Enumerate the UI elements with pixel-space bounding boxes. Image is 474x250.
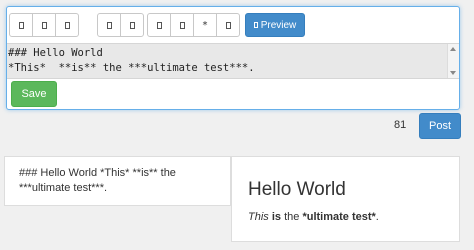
raw-output-text: ### Hello World *This* **is** the ***ult… (19, 167, 176, 194)
toolbar-group-formatting (9, 13, 79, 37)
preview-icon (253, 22, 258, 28)
rendered-preview-panel: Hello World This is the *ultimate test*. (231, 156, 460, 242)
scroll-down-arrow-icon[interactable] (450, 71, 456, 75)
save-button[interactable]: Save (11, 81, 57, 107)
image-button[interactable] (120, 13, 144, 37)
toolbar-group-lists: * (147, 13, 240, 37)
ordered-list-icon (179, 21, 185, 29)
scroll-up-arrow-icon[interactable] (450, 47, 456, 51)
italic-button[interactable] (32, 13, 56, 37)
character-count: 81 (394, 119, 407, 131)
list-button[interactable] (147, 13, 171, 37)
rendered-italic: This (248, 211, 269, 223)
toolbar-group-insert (97, 13, 144, 37)
code-button[interactable] (216, 13, 240, 37)
markdown-line-2: *This* **is** the ***ultimate test***. (8, 62, 255, 74)
raw-output-panel: ### Hello World *This* **is** the ***ult… (4, 156, 231, 206)
italic-icon (41, 21, 47, 29)
rendered-paragraph: This is the *ultimate test*. (248, 211, 379, 223)
markdown-text[interactable]: ### Hello World *This* **is** the ***ulti… (8, 46, 447, 76)
markdown-editor: * Preview ### Hello World *This* **is** t… (6, 6, 460, 110)
textarea-scrollbar[interactable] (447, 44, 459, 78)
code-icon (225, 21, 231, 29)
rendered-text: the (281, 211, 303, 223)
rendered-bold-italic: *ultimate test* (302, 211, 376, 223)
link-button[interactable] (97, 13, 121, 37)
image-icon (129, 21, 135, 29)
rendered-bold: is (271, 211, 282, 223)
bold-icon (18, 21, 24, 29)
heading-icon (64, 21, 70, 29)
markdown-line-1: ### Hello World (8, 47, 103, 59)
bold-button[interactable] (9, 13, 33, 37)
rendered-period: . (375, 211, 379, 223)
markdown-textarea[interactable]: ### Hello World *This* **is** the ***ulti… (7, 43, 459, 79)
post-button[interactable]: Post (419, 113, 461, 139)
heading-button[interactable] (55, 13, 79, 37)
list-icon (156, 21, 162, 29)
ordered-list-button[interactable] (170, 13, 194, 37)
rendered-heading: Hello World (248, 179, 346, 200)
asterisk-label: * (202, 19, 208, 31)
link-icon (106, 21, 112, 29)
asterisk-button[interactable]: * (193, 13, 217, 37)
preview-label: Preview (260, 19, 297, 31)
preview-button[interactable]: Preview (245, 13, 305, 37)
